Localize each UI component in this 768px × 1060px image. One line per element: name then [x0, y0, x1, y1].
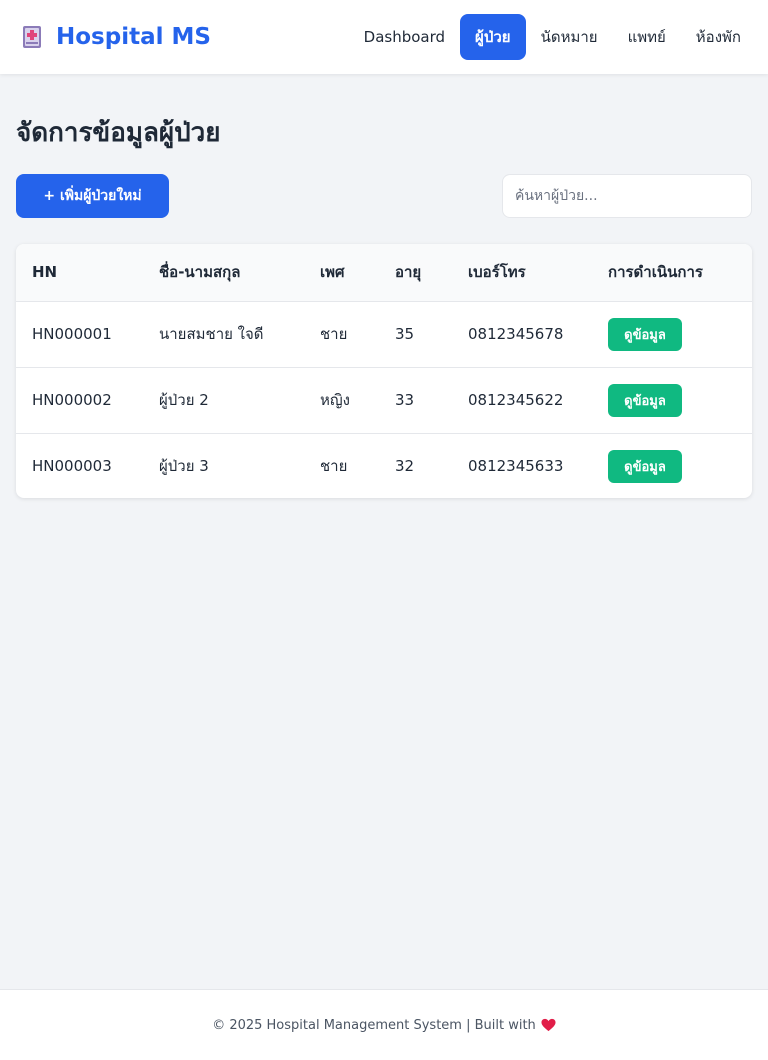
nav-item-doctors[interactable]: แพทย์: [613, 14, 681, 60]
view-details-button[interactable]: ดูข้อมูล: [608, 317, 682, 351]
table-row: HN000003 ผู้ป่วย 3 ชาย 32 0812345633 ดูข…: [16, 433, 752, 498]
page-title: จัดการข้อมูลผู้ป่วย: [16, 118, 221, 148]
cell-age: 32: [395, 457, 415, 476]
cell-hn: HN000003: [32, 457, 112, 476]
nav-item-rooms[interactable]: ห้องพัก: [681, 14, 756, 60]
cell-age: 35: [395, 325, 415, 343]
top-navbar: Hospital MS Dashboard ผู้ป่วย นัดหมาย แพ…: [0, 0, 768, 74]
cell-actions: ดูข้อมูล: [592, 367, 752, 433]
patients-table-card: HN ชื่อ-นามสกุล เพศ อายุ เบอร์โทร การดำเ…: [16, 244, 752, 498]
patients-table: HN ชื่อ-นามสกุล เพศ อายุ เบอร์โทร การดำเ…: [16, 244, 752, 498]
view-details-button[interactable]: ดูข้อมูล: [608, 383, 682, 417]
hospital-icon: [23, 26, 41, 48]
add-patient-button[interactable]: + เพิ่มผู้ป่วยใหม่: [16, 174, 169, 218]
footer-text: © 2025 Hospital Management System | Buil…: [212, 1017, 536, 1033]
search-input[interactable]: [502, 174, 752, 218]
cell-actions: ดูข้อมูล: [592, 301, 752, 367]
footer: © 2025 Hospital Management System | Buil…: [0, 989, 768, 1060]
cell-gender: หญิง: [320, 391, 350, 409]
cell-age: 33: [395, 391, 415, 409]
cell-phone: 0812345622: [468, 391, 564, 409]
nav-item-appointments[interactable]: นัดหมาย: [526, 14, 613, 60]
cell-hn: HN000002: [32, 391, 112, 409]
table-row: HN000001 นายสมชาย ใจดี ชาย 35 0812345678…: [16, 301, 752, 367]
cell-phone: 0812345678: [468, 325, 564, 343]
cell-name: ผู้ป่วย 3: [159, 457, 209, 476]
column-header-hn: HN: [32, 263, 58, 282]
table-header-row: HN ชื่อ-นามสกุล เพศ อายุ เบอร์โทร การดำเ…: [16, 244, 752, 301]
heart-icon: [541, 1018, 556, 1032]
column-header-age: อายุ: [395, 263, 422, 282]
brand-title: Hospital MS: [56, 24, 211, 50]
brand[interactable]: Hospital MS: [20, 24, 211, 50]
column-header-actions: การดำเนินการ: [608, 263, 703, 282]
column-header-phone: เบอร์โทร: [468, 263, 526, 282]
cell-gender: ชาย: [320, 457, 348, 476]
cell-name: นายสมชาย ใจดี: [159, 325, 264, 343]
main-nav: Dashboard ผู้ป่วย นัดหมาย แพทย์ ห้องพัก: [349, 14, 756, 60]
column-header-name: ชื่อ-นามสกุล: [159, 263, 241, 282]
cell-actions: ดูข้อมูล: [592, 433, 752, 498]
column-header-gender: เพศ: [320, 263, 345, 282]
table-row: HN000002 ผู้ป่วย 2 หญิง 33 0812345622 ดู…: [16, 367, 752, 433]
cell-name: ผู้ป่วย 2: [159, 391, 209, 409]
cell-phone: 0812345633: [468, 457, 564, 476]
view-details-button[interactable]: ดูข้อมูล: [608, 449, 682, 483]
cell-gender: ชาย: [320, 325, 348, 343]
cell-hn: HN000001: [32, 325, 112, 343]
nav-item-patients[interactable]: ผู้ป่วย: [460, 14, 526, 60]
nav-item-dashboard[interactable]: Dashboard: [349, 17, 460, 57]
